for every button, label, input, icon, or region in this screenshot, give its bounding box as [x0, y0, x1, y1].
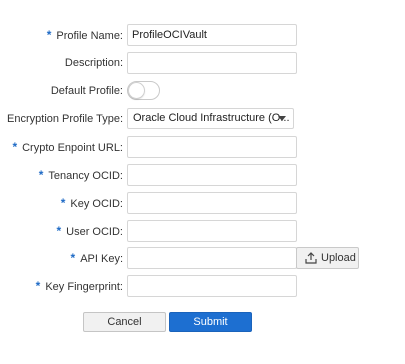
- upload-icon: [305, 252, 317, 264]
- default-profile-toggle[interactable]: [127, 81, 160, 100]
- upload-button[interactable]: Upload: [296, 247, 359, 269]
- cancel-button[interactable]: Cancel: [83, 312, 166, 332]
- key-fingerprint-label: * Key Fingerprint:: [35, 279, 123, 293]
- key-fingerprint-input[interactable]: [127, 275, 297, 297]
- crypto-endpoint-url-input[interactable]: [127, 136, 297, 158]
- key-ocid-label: * Key OCID:: [60, 196, 123, 210]
- tenancy-ocid-label: * Tenancy OCID:: [38, 168, 123, 182]
- encryption-profile-type-select[interactable]: Oracle Cloud Infrastructure (O...: [127, 108, 294, 129]
- description-row: Description:: [0, 52, 405, 74]
- crypto-endpoint-url-label: * Crypto Enpoint URL:: [12, 140, 123, 154]
- encryption-profile-type-value: Oracle Cloud Infrastructure (O...: [133, 112, 290, 124]
- toggle-knob: [129, 83, 144, 98]
- encryption-profile-type-label: Encryption Profile Type:: [7, 113, 123, 125]
- key-ocid-input[interactable]: [127, 192, 297, 214]
- user-ocid-row: * User OCID:: [0, 220, 405, 242]
- upload-label: Upload: [321, 252, 356, 264]
- default-profile-label: Default Profile:: [50, 85, 123, 97]
- encryption-profile-type-row: Encryption Profile Type: Oracle Cloud In…: [0, 108, 405, 130]
- required-marker: *: [35, 279, 41, 293]
- required-marker: *: [12, 140, 18, 154]
- user-ocid-label: * User OCID:: [56, 224, 123, 238]
- api-key-label: * API Key:: [70, 251, 123, 265]
- default-profile-row: Default Profile:: [0, 80, 405, 102]
- key-ocid-row: * Key OCID:: [0, 192, 405, 214]
- key-fingerprint-row: * Key Fingerprint:: [0, 275, 405, 297]
- user-ocid-input[interactable]: [127, 220, 297, 242]
- profile-name-row: * Profile Name:: [0, 24, 405, 46]
- required-marker: *: [46, 28, 52, 42]
- submit-button[interactable]: Submit: [169, 312, 252, 332]
- description-label: Description:: [64, 57, 123, 69]
- profile-name-label: * Profile Name:: [46, 28, 123, 42]
- required-marker: *: [70, 251, 76, 265]
- description-input[interactable]: [127, 52, 297, 74]
- required-marker: *: [56, 224, 62, 238]
- api-key-row: * API Key: Upload: [0, 247, 405, 269]
- chevron-down-icon: [278, 116, 286, 121]
- required-marker: *: [38, 168, 44, 182]
- crypto-endpoint-url-row: * Crypto Enpoint URL:: [0, 136, 405, 158]
- tenancy-ocid-input[interactable]: [127, 164, 297, 186]
- api-key-input[interactable]: [127, 247, 297, 269]
- tenancy-ocid-row: * Tenancy OCID:: [0, 164, 405, 186]
- profile-name-input[interactable]: [127, 24, 297, 46]
- required-marker: *: [60, 196, 66, 210]
